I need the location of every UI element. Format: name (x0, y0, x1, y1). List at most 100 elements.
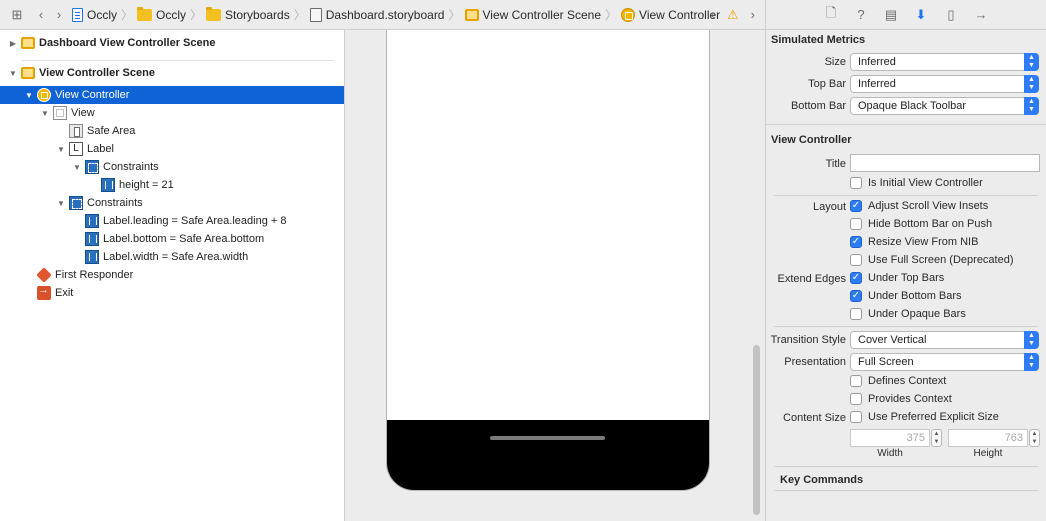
next-issue-icon[interactable]: › (751, 7, 755, 23)
checkbox-unchecked[interactable] (850, 177, 862, 189)
top-bar-popup[interactable]: Inferred ▲ ▼ (850, 75, 1039, 93)
transition-style-popup[interactable]: Cover Vertical ▲ ▼ (850, 331, 1039, 349)
size-popup[interactable]: Inferred ▲ ▼ (850, 53, 1039, 71)
outline-row-label-constraints[interactable]: ▼ Constraints (0, 158, 344, 176)
breadcrumb-scene[interactable]: View Controller Scene (464, 7, 602, 22)
height-constraint-icon (101, 178, 115, 192)
adjust-scroll-insets-checkbox[interactable]: ✓ Adjust Scroll View Insets (850, 200, 988, 212)
breadcrumb-group-occly[interactable]: Occly (137, 6, 186, 22)
defines-context-checkbox[interactable]: Defines Context (850, 375, 946, 387)
outline-row-height-constraint[interactable]: height = 21 (0, 176, 344, 194)
layout-label: Layout (812, 201, 846, 213)
width-caption: Width (877, 448, 903, 459)
presentation-label: Presentation (784, 356, 846, 368)
outline-row-first-responder[interactable]: First Responder (0, 266, 344, 284)
storyboard-file-icon (309, 7, 322, 22)
outline-row-exit[interactable]: Exit (0, 284, 344, 302)
section-title-simulated-metrics: Simulated Metrics (771, 34, 866, 46)
identity-inspector-icon[interactable]: ▤ (883, 6, 900, 23)
group-divider (774, 195, 1038, 196)
related-items-icon[interactable]: ⊞ (8, 7, 26, 23)
breadcrumb-label: View Controller Scene (482, 7, 602, 22)
checkbox-checked[interactable]: ✓ (850, 236, 862, 248)
storyboard-canvas[interactable] (346, 30, 764, 521)
breadcrumb-view-controller[interactable]: View Controller (621, 7, 720, 22)
previous-issue-icon[interactable]: ‹ (711, 7, 715, 23)
resize-view-nib-checkbox[interactable]: ✓ Resize View From NIB (850, 236, 978, 248)
under-top-bars-checkbox[interactable]: ✓ Under Top Bars (850, 272, 944, 284)
breadcrumb-separator: 〉 (605, 8, 618, 22)
checkbox-checked[interactable]: ✓ (850, 290, 862, 302)
checkbox-unchecked[interactable] (850, 411, 862, 423)
view-icon (53, 106, 67, 120)
size-label: Size (824, 56, 846, 68)
outline-row-vc-scene[interactable]: ▼ View Controller Scene (0, 64, 344, 82)
disclosure-expanded-icon[interactable]: ▼ (8, 69, 18, 78)
back-arrow-icon[interactable]: ‹ (32, 7, 50, 22)
presentation-popup[interactable]: Full Screen ▲ ▼ (850, 353, 1039, 371)
outline-row-label: Safe Area (87, 125, 136, 137)
outline-row-label: First Responder (55, 269, 134, 281)
outline-row-view[interactable]: ▼ View (0, 104, 344, 122)
outline-row-width-constraint[interactable]: Label.width = Safe Area.width (0, 248, 344, 266)
outline-row-view-controller[interactable]: ▼ View Controller (0, 86, 344, 104)
connections-inspector-icon[interactable]: → (973, 6, 990, 23)
first-responder-icon (36, 267, 52, 283)
under-bottom-bars-checkbox[interactable]: ✓ Under Bottom Bars (850, 290, 962, 302)
quick-help-icon[interactable]: ? (853, 6, 870, 23)
under-opaque-bars-checkbox[interactable]: Under Opaque Bars (850, 308, 966, 320)
outline-row-dashboard-scene[interactable]: ▶ Dashboard View Controller Scene (0, 34, 344, 52)
outline-row-bottom-constraint[interactable]: Label.bottom = Safe Area.bottom (0, 230, 344, 248)
section-title-view-controller: View Controller (771, 134, 852, 146)
canvas-scrollbar[interactable] (753, 345, 760, 515)
attributes-inspector-icon[interactable]: ⬇ (913, 6, 930, 23)
forward-arrow-icon[interactable]: › (50, 7, 68, 22)
file-inspector-icon[interactable]: 🗋 (823, 5, 840, 23)
preferred-size-checkbox[interactable]: Use Preferred Explicit Size (850, 411, 999, 423)
leading-constraint-icon (85, 214, 99, 228)
width-stepper[interactable]: ▲ ▼ (931, 429, 942, 447)
disclosure-expanded-icon[interactable]: ▼ (56, 199, 66, 208)
checkbox-checked[interactable]: ✓ (850, 272, 862, 284)
outline-row-label-view[interactable]: ▼ L Label (0, 140, 344, 158)
outline-row-label: View Controller Scene (39, 67, 155, 79)
outline-row-safe-area[interactable]: Safe Area (0, 122, 344, 140)
checkbox-unchecked[interactable] (850, 218, 862, 230)
outline-row-label: Constraints (87, 197, 143, 209)
outline-row-leading-constraint[interactable]: Label.leading = Safe Area.leading + 8 (0, 212, 344, 230)
width-field[interactable]: 375 (850, 429, 930, 447)
folder-icon (206, 6, 222, 21)
hide-bottom-bar-checkbox[interactable]: Hide Bottom Bar on Push (850, 218, 992, 230)
disclosure-expanded-icon[interactable]: ▼ (40, 109, 50, 118)
breadcrumb-group-storyboards[interactable]: Storyboards (206, 6, 290, 22)
warning-icon[interactable]: ⚠ (727, 7, 739, 23)
checkbox-unchecked[interactable] (850, 375, 862, 387)
outline-row-view-constraints[interactable]: ▼ Constraints (0, 194, 344, 212)
popup-value: Opaque Black Toolbar (858, 100, 967, 112)
breadcrumb-storyboard[interactable]: Dashboard.storyboard (309, 7, 445, 22)
bottom-bar-popup[interactable]: Opaque Black Toolbar ▲ ▼ (850, 97, 1039, 115)
height-stepper[interactable]: ▲ ▼ (1029, 429, 1040, 447)
height-field[interactable]: 763 (948, 429, 1028, 447)
checkbox-unchecked[interactable] (850, 254, 862, 266)
section-divider (774, 490, 1038, 491)
device-frame[interactable] (386, 30, 710, 491)
home-indicator (490, 436, 605, 440)
checkbox-unchecked[interactable] (850, 393, 862, 405)
disclosure-collapsed-icon[interactable]: ▶ (8, 39, 18, 48)
checkbox-checked[interactable]: ✓ (850, 200, 862, 212)
breadcrumb-project[interactable]: Occly (72, 7, 117, 22)
full-screen-checkbox[interactable]: Use Full Screen (Deprecated) (850, 254, 1014, 266)
is-initial-checkbox[interactable]: Is Initial View Controller (850, 177, 983, 189)
checkbox-unchecked[interactable] (850, 308, 862, 320)
title-field[interactable] (850, 154, 1040, 172)
disclosure-expanded-icon[interactable]: ▼ (56, 145, 66, 154)
outline-row-label: Label.leading = Safe Area.leading + 8 (103, 215, 287, 227)
checkbox-label: Under Top Bars (868, 272, 945, 284)
disclosure-expanded-icon[interactable]: ▼ (72, 163, 82, 172)
disclosure-expanded-icon[interactable]: ▼ (24, 91, 34, 100)
breadcrumb-label: Dashboard.storyboard (325, 7, 445, 22)
size-inspector-icon[interactable]: ▯ (943, 6, 960, 23)
outline-row-label: height = 21 (119, 179, 174, 191)
provides-context-checkbox[interactable]: Provides Context (850, 393, 952, 405)
